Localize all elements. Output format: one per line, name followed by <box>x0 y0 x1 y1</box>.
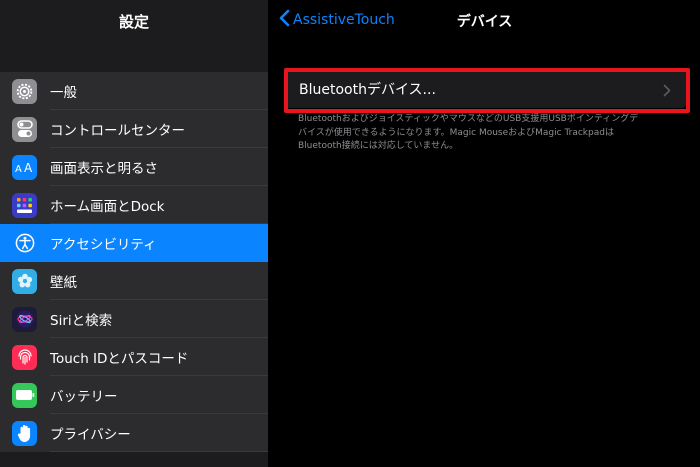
fingerprint-icon <box>12 344 37 370</box>
sidebar-item-label: Touch IDとパスコード <box>50 351 189 367</box>
sidebar-title: 設定 <box>118 13 149 31</box>
settings-list: 一般 コントロールセンター A A 画面表示と明るさ ホーム画面とDock アク… <box>0 72 268 452</box>
sidebar-item-home-screen[interactable]: ホーム画面とDock <box>0 186 268 224</box>
sidebar-item-privacy[interactable]: プライバシー <box>0 414 268 452</box>
hand-icon <box>12 420 37 446</box>
home-grid-icon <box>12 192 37 218</box>
screen: 設定 一般 コントロールセンター A A 画面表示と明るさ ホーム画面とDock… <box>0 0 700 467</box>
sidebar-item-label: 画面表示と明るさ <box>50 161 158 177</box>
svg-text:A: A <box>15 164 22 174</box>
sidebar-spacer <box>0 44 268 72</box>
sidebar-header: 設定 <box>0 0 268 44</box>
gear-icon <box>12 78 37 104</box>
bluetooth-devices-cell[interactable]: Bluetoothデバイス... <box>284 70 687 108</box>
svg-text:A: A <box>24 161 33 174</box>
chevron-right-icon <box>663 82 671 101</box>
sidebar-item-display[interactable]: A A 画面表示と明るさ <box>0 148 268 186</box>
sidebar-item-label: 一般 <box>50 85 77 101</box>
page-title: デバイス <box>456 14 513 30</box>
sidebar-item-label: アクセシビリティ <box>50 237 157 253</box>
sidebar-item-touch-id[interactable]: Touch IDとパスコード <box>0 338 268 376</box>
cell-footnote: BluetoothおよびジョイスティックやマウスなどのUSB支援用USBポインテ… <box>298 114 639 151</box>
sidebar-item-control-center[interactable]: コントロールセンター <box>0 110 268 148</box>
navigation-bar: AssistiveTouch デバイス <box>269 0 700 44</box>
detail-pane: AssistiveTouch デバイス Bluetoothデバイス... Blu… <box>269 0 700 467</box>
settings-sidebar: 設定 一般 コントロールセンター A A 画面表示と明るさ ホーム画面とDock… <box>0 0 268 467</box>
sidebar-item-label: 壁紙 <box>50 275 77 291</box>
sidebar-item-wallpaper[interactable]: 壁紙 <box>0 262 268 300</box>
toggles-icon <box>12 116 37 142</box>
accessibility-icon <box>12 230 37 256</box>
sidebar-item-label: Siriと検索 <box>50 313 113 329</box>
sidebar-item-accessibility[interactable]: アクセシビリティ <box>0 224 268 262</box>
bluetooth-devices-label: Bluetoothデバイス... <box>299 82 436 98</box>
sidebar-item-label: ホーム画面とDock <box>50 199 165 215</box>
text-size-icon: A A <box>12 154 37 180</box>
sidebar-item-general[interactable]: 一般 <box>0 72 268 110</box>
sidebar-item-label: コントロールセンター <box>50 123 185 139</box>
siri-icon <box>12 306 37 332</box>
sidebar-item-label: プライバシー <box>50 427 131 443</box>
sidebar-item-label: バッテリー <box>50 389 118 405</box>
battery-icon <box>12 382 37 408</box>
flower-icon <box>12 268 37 294</box>
sidebar-item-battery[interactable]: バッテリー <box>0 376 268 414</box>
sidebar-item-siri[interactable]: Siriと検索 <box>0 300 268 338</box>
